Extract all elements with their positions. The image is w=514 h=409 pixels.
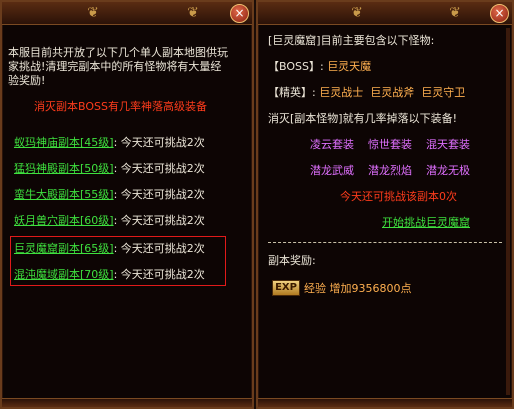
remaining-attempts: 今天还可挑战2次	[120, 188, 205, 201]
dungeon-link[interactable]: 猛犸神殿副本[50级]	[14, 162, 114, 175]
remaining-attempts: 今天还可挑战2次	[120, 214, 205, 227]
reward-title: 副本奖励:	[268, 254, 316, 267]
equipment-set: 混天套装	[426, 138, 470, 151]
monster-list-header: [巨灵魔窟]目前主要包含以下怪物:	[268, 34, 435, 47]
remaining-attempts: 今天还可挑战2次	[120, 162, 205, 175]
equipment-set-row: 潜龙武威 潜龙烈焰 潜龙无极	[310, 162, 470, 178]
dungeon-row: 猛犸神殿副本[50级]: 今天还可挑战2次	[14, 162, 205, 175]
right-footer	[258, 398, 512, 407]
today-attempts-notice: 今天还可挑战该副本0次	[340, 190, 457, 203]
elite-label: 【精英】:	[268, 86, 316, 99]
dungeon-detail-panel: ❦ ❦ × [巨灵魔窟]目前主要包含以下怪物: 【BOSS】: 巨灵天魔 【精英…	[256, 0, 514, 409]
elite-name: 巨灵战士	[319, 86, 364, 99]
dungeon-list-panel: ❦ ❦ × 本服目前共开放了以下几个单人副本地图供玩 家挑战!清理完副本中的所有…	[0, 0, 254, 409]
close-button[interactable]: ×	[490, 4, 509, 23]
right-content: [巨灵魔窟]目前主要包含以下怪物: 【BOSS】: 巨灵天魔 【精英】: 巨灵战…	[262, 28, 508, 397]
left-titlebar: ❦ ❦ ×	[2, 2, 252, 25]
equipment-set: 潜龙烈焰	[368, 164, 412, 177]
right-titlebar: ❦ ❦ ×	[258, 2, 512, 25]
section-divider	[268, 242, 502, 243]
boss-label: 【BOSS】:	[268, 60, 324, 73]
dungeon-row: 蛮牛大殿副本[55级]: 今天还可挑战2次	[14, 188, 205, 201]
scrollbar[interactable]	[506, 28, 510, 395]
remaining-attempts: 今天还可挑战2次	[120, 268, 205, 281]
equipment-set: 潜龙无极	[426, 164, 470, 177]
elite-row: 【精英】: 巨灵战士 巨灵战斧 巨灵守卫	[268, 84, 465, 100]
dungeon-link[interactable]: 蚁玛神庙副本[45级]	[14, 136, 114, 149]
scroll-ornament-icon: ❦	[351, 5, 363, 21]
dungeon-link[interactable]: 混沌魔域副本[70级]	[14, 268, 114, 281]
equipment-set: 潜龙武威	[310, 164, 354, 177]
close-button[interactable]: ×	[230, 4, 249, 23]
equipment-set-row: 凌云套装 惊世套装 混天套装	[310, 136, 470, 152]
dungeon-link[interactable]: 巨灵魔窟副本[65级]	[14, 242, 114, 255]
left-footer	[2, 398, 252, 407]
intro-text-line: 验奖励!	[8, 74, 46, 87]
dungeon-row: 蚁玛神庙副本[45级]: 今天还可挑战2次	[14, 136, 205, 149]
left-content: 本服目前共开放了以下几个单人副本地图供玩 家挑战!清理完副本中的所有怪物将有大量…	[6, 28, 248, 397]
equipment-set: 惊世套装	[368, 138, 412, 151]
start-challenge-link[interactable]: 开始挑战巨灵魔窟	[382, 214, 470, 230]
scroll-ornament-icon: ❦	[187, 5, 199, 21]
dungeon-link[interactable]: 蛮牛大殿副本[55级]	[14, 188, 114, 201]
scroll-ornament-icon: ❦	[87, 5, 99, 21]
boss-row: 【BOSS】: 巨灵天魔	[268, 58, 371, 74]
remaining-attempts: 今天还可挑战2次	[120, 136, 205, 149]
drop-notice: 消灭[副本怪物]就有几率掉落以下装备!	[268, 112, 457, 125]
boss-drop-notice: 消灭副本BOSS有几率神落高级装备	[34, 100, 207, 113]
scroll-ornament-icon: ❦	[449, 5, 461, 21]
exp-reward-text: 经验 增加9356800点	[304, 282, 412, 295]
boss-name: 巨灵天魔	[327, 60, 372, 73]
equipment-set: 凌云套装	[310, 138, 354, 151]
dungeon-link[interactable]: 妖月兽穴副本[60级]	[14, 214, 114, 227]
remaining-attempts: 今天还可挑战2次	[120, 242, 205, 255]
dungeon-row: 妖月兽穴副本[60级]: 今天还可挑战2次	[14, 214, 205, 227]
elite-name: 巨灵守卫	[421, 86, 466, 99]
dungeon-row: 巨灵魔窟副本[65级]: 今天还可挑战2次	[14, 242, 205, 255]
exp-icon: EXP	[272, 280, 300, 296]
dungeon-row: 混沌魔域副本[70级]: 今天还可挑战2次	[14, 268, 205, 281]
elite-name: 巨灵战斧	[370, 86, 415, 99]
